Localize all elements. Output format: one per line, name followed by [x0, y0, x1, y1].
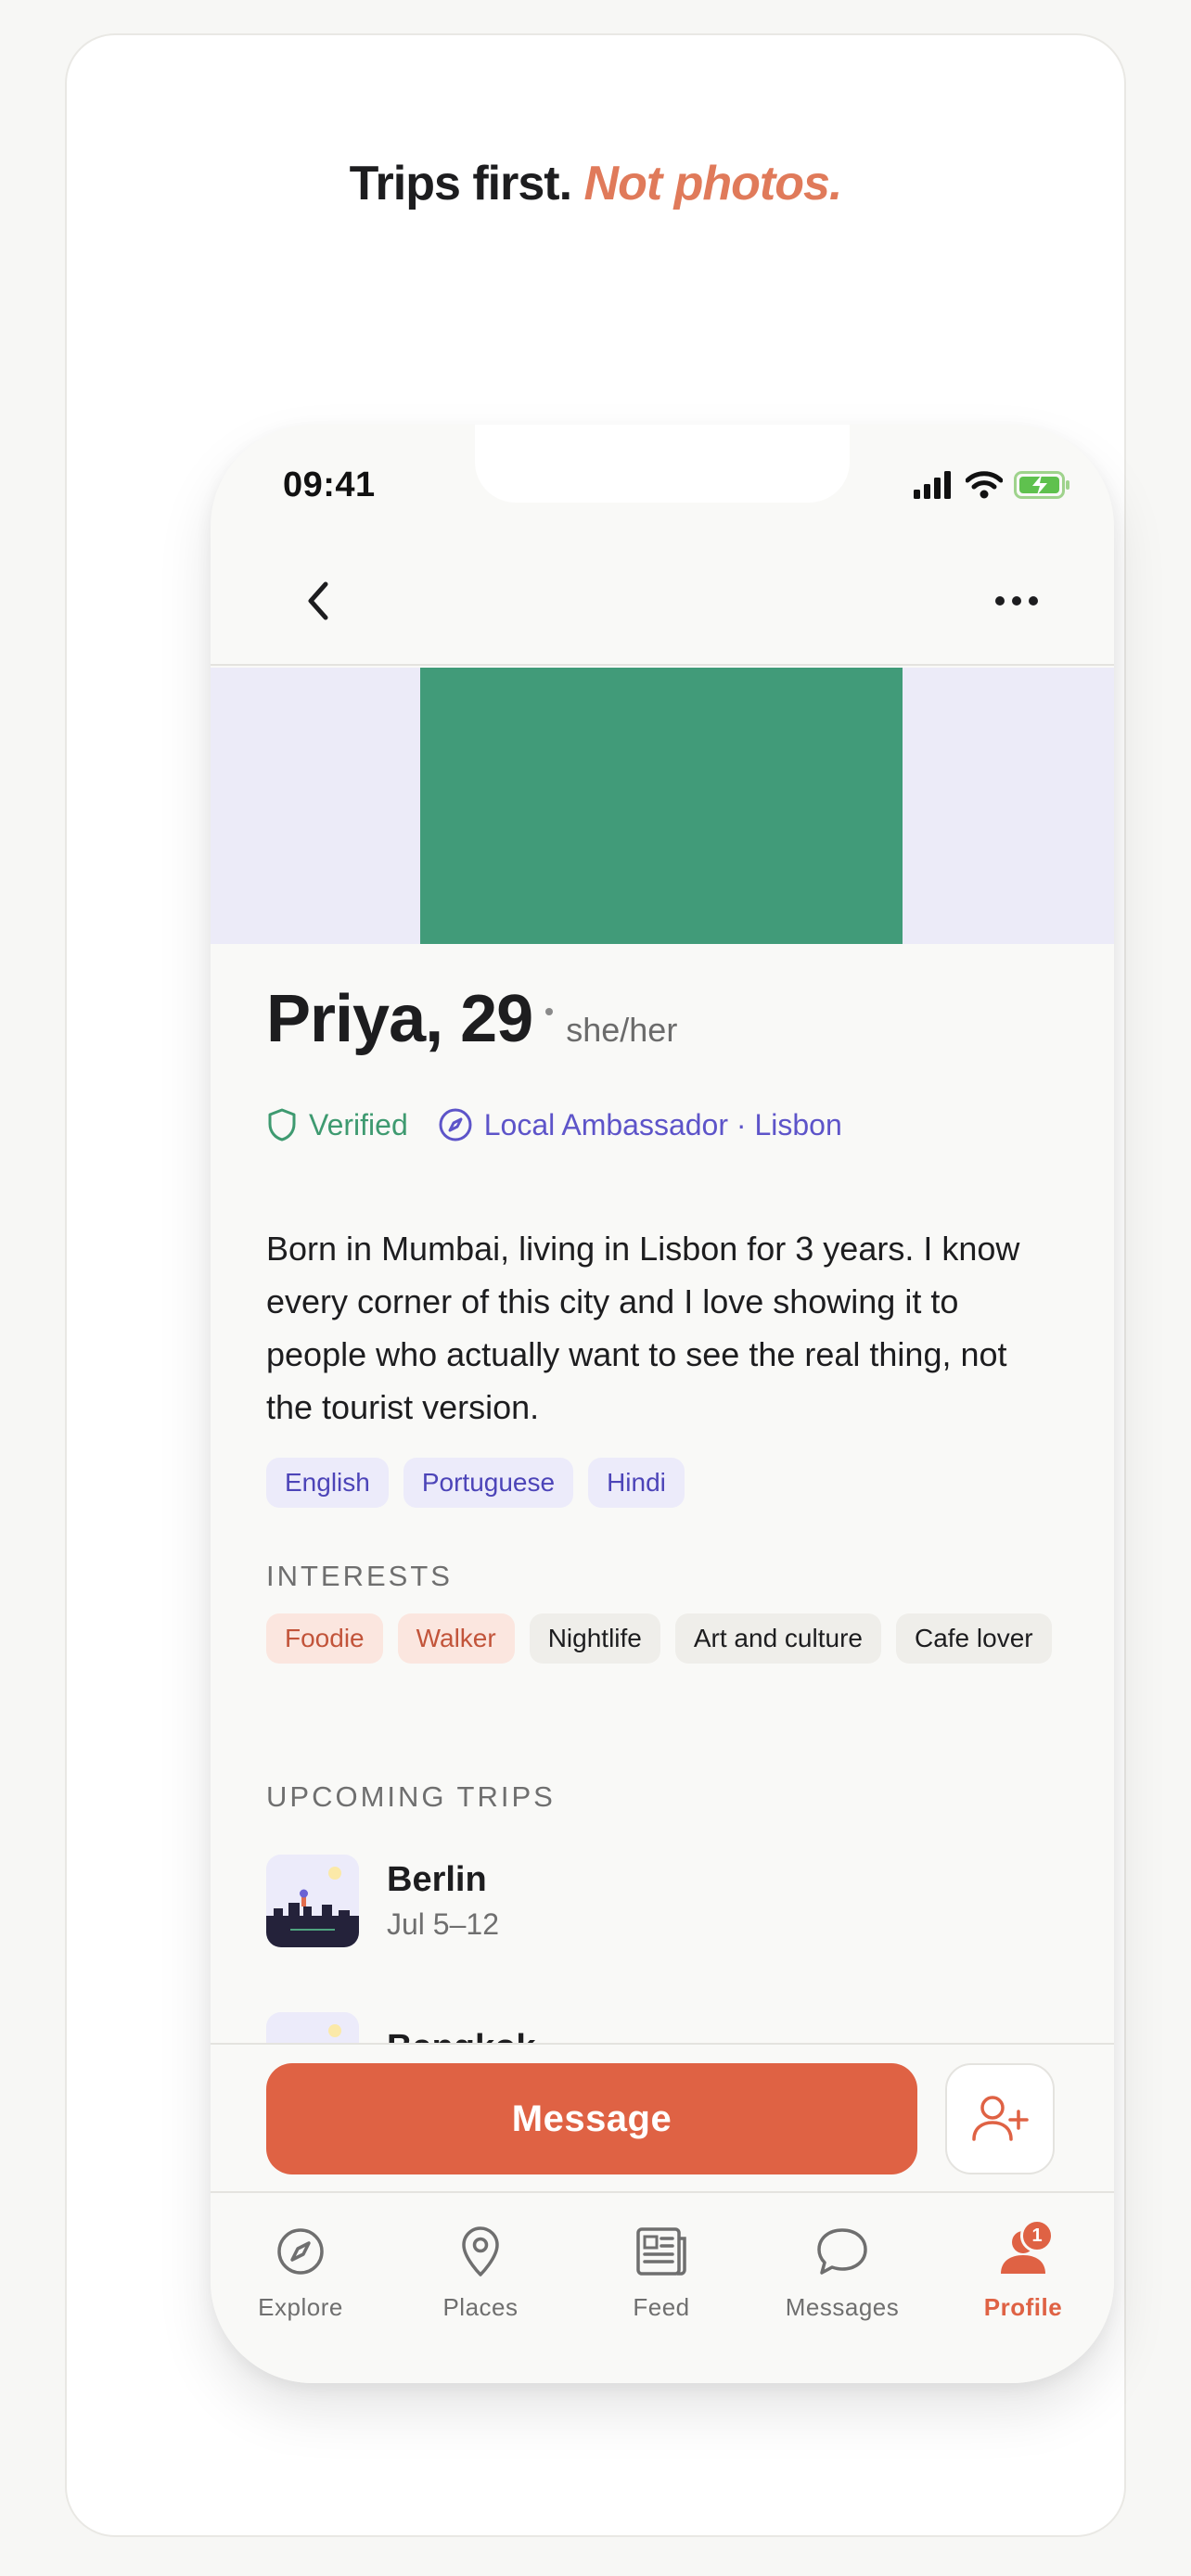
back-button[interactable]	[294, 575, 340, 627]
phone-notch	[475, 425, 850, 503]
chevron-left-icon	[308, 581, 328, 620]
tab-explore[interactable]: Explore	[211, 2219, 391, 2322]
message-button[interactable]: Message	[266, 2063, 917, 2174]
tab-label: Explore	[258, 2293, 343, 2321]
interest-chips: Foodie Walker Nightlife Art and culture …	[266, 1613, 1064, 1664]
map-pin-icon	[448, 2219, 513, 2284]
trip-dates: Jul 5–12	[387, 1907, 499, 1941]
interest-chip: Art and culture	[674, 1613, 881, 1664]
battery-charging-icon	[1014, 471, 1069, 499]
ellipsis-dot	[1029, 596, 1038, 606]
profile-pronouns: she/her	[566, 1011, 678, 1049]
interest-chip: Walker	[397, 1613, 515, 1664]
trip-thumbnail	[266, 1855, 359, 1947]
headline-part2: Not photos.	[583, 157, 843, 210]
interest-chip: Cafe lover	[895, 1613, 1052, 1664]
language-chip: English	[266, 1458, 389, 1508]
upcoming-trips-title: UPCOMING TRIPS	[266, 1780, 556, 1813]
trip-info: Berlin Jul 5–12	[387, 1860, 499, 1942]
ambassador-label: Local Ambassador · Lisbon	[483, 1107, 842, 1141]
profile-banner	[211, 668, 1114, 944]
cellular-signal-icon	[914, 471, 951, 499]
ellipsis-icon	[995, 596, 1005, 606]
add-user-icon	[972, 2096, 1029, 2141]
tab-profile[interactable]: 1 Profile	[933, 2219, 1113, 2322]
tab-messages[interactable]: Messages	[752, 2219, 932, 2322]
trip-item[interactable]: Berlin Jul 5–12	[266, 1855, 499, 1947]
trip-city: Berlin	[387, 1860, 487, 1899]
interest-chip: Nightlife	[529, 1613, 660, 1664]
interests-title: INTERESTS	[266, 1560, 453, 1592]
tab-places[interactable]: Places	[391, 2219, 570, 2322]
status-time: 09:41	[283, 465, 376, 504]
promo-card: Trips first. Not photos. 09:41 Priya, 29…	[65, 33, 1126, 2537]
profile-name: Priya, 29	[266, 982, 533, 1056]
language-chip: Hindi	[588, 1458, 685, 1508]
notification-badge: 1	[1020, 2219, 1054, 2252]
tab-label: Places	[442, 2293, 519, 2321]
compass-icon	[268, 2219, 333, 2284]
profile-photo-placeholder	[420, 668, 903, 944]
ambassador-badge[interactable]: Local Ambassador · Lisbon	[438, 1107, 842, 1142]
compass-icon	[439, 1108, 472, 1141]
verified-badge: Verified	[266, 1107, 408, 1142]
bottom-tab-bar: Explore Places Feed Messages 1 Profile	[211, 2191, 1114, 2383]
language-chips: English Portuguese Hindi	[266, 1458, 1064, 1508]
headline: Trips first. Not photos.	[67, 156, 1124, 211]
wifi-icon	[966, 471, 1003, 499]
headline-part1: Trips first.	[349, 157, 572, 210]
add-friend-button[interactable]	[945, 2063, 1055, 2174]
shield-icon	[268, 1108, 296, 1141]
person-icon: 1	[991, 2219, 1056, 2284]
profile-bio: Born in Mumbai, living in Lisbon for 3 y…	[266, 1230, 1020, 1426]
profile-badges: Verified Local Ambassador · Lisbon	[266, 1107, 842, 1142]
tab-label: Profile	[983, 2293, 1063, 2321]
tab-feed[interactable]: Feed	[571, 2219, 751, 2322]
tab-label: Feed	[633, 2293, 690, 2321]
profile-action-bar: Message	[211, 2043, 1114, 2191]
more-options-button[interactable]	[984, 584, 1049, 618]
tab-label: Messages	[785, 2293, 900, 2321]
city-skyline-icon	[266, 1855, 359, 1947]
profile-header: Priya, 29 she/her	[266, 981, 677, 1057]
language-chip: Portuguese	[403, 1458, 574, 1508]
phone-frame: 09:41 Priya, 29 she/her Verified Local A…	[211, 425, 1114, 2383]
verified-label: Verified	[309, 1107, 408, 1141]
status-icons	[914, 471, 1071, 499]
top-navbar	[211, 536, 1114, 666]
separator-dot	[545, 1008, 554, 1015]
chat-bubble-icon	[810, 2219, 875, 2284]
ellipsis-dot	[1012, 596, 1021, 606]
interest-chip: Foodie	[266, 1613, 383, 1664]
newspaper-icon	[629, 2219, 694, 2284]
